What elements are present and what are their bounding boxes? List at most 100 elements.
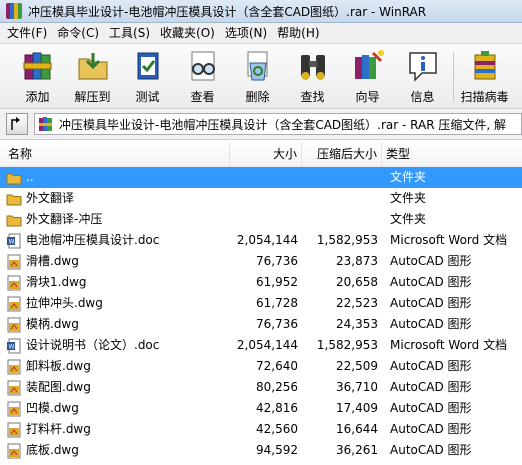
up-folder-button[interactable] — [6, 113, 28, 135]
toolbar-separator — [453, 52, 454, 102]
file-row[interactable]: .. 文件夹 — [0, 167, 522, 188]
file-name-cell: 外文翻译-冲压 — [0, 209, 230, 230]
file-row[interactable]: 滑块1.dwg 61,952 20,658 AutoCAD 图形 — [0, 272, 522, 293]
autocad-file-icon — [6, 422, 22, 438]
add-button-label: 添加 — [25, 90, 50, 104]
title-bar[interactable]: 冲压模具毕业设计-电池帽冲压模具设计（含全套CAD图纸）.rar - WinRA… — [0, 0, 522, 23]
test-button[interactable]: 测试 — [120, 44, 175, 108]
find-button-label: 查找 — [300, 90, 325, 104]
file-size: 76,736 — [256, 254, 298, 268]
wizard-button[interactable]: 向导 — [340, 44, 395, 108]
view-button-label: 查看 — [190, 90, 215, 104]
toolbar: 添加 解压到 测试 查看 删除 查找 向导 信息 扫描病毒 — [0, 43, 522, 109]
file-size: 2,054,144 — [236, 338, 298, 352]
extract-to-button[interactable]: 解压到 — [65, 44, 120, 108]
file-type: AutoCAD 图形 — [390, 296, 472, 310]
file-name: 外文翻译-冲压 — [26, 212, 103, 226]
wizard-wand-icon — [350, 48, 386, 84]
file-type: 文件夹 — [390, 170, 427, 184]
file-name: 模柄.dwg — [26, 317, 79, 331]
file-row[interactable]: 装配图.dwg 80,256 36,710 AutoCAD 图形 — [0, 377, 522, 398]
find-button[interactable]: 查找 — [285, 44, 340, 108]
autocad-file-icon — [6, 275, 22, 291]
archive-path-field[interactable]: 冲压模具毕业设计-电池帽冲压模具设计（含全套CAD图纸）.rar - RAR 压… — [34, 113, 522, 135]
window-title: 冲压模具毕业设计-电池帽冲压模具设计（含全套CAD图纸）.rar - WinRA… — [28, 4, 427, 19]
view-glasses-icon — [185, 48, 221, 84]
menu-favorites[interactable]: 收藏夹(O) — [155, 23, 220, 43]
autocad-file-icon — [6, 359, 22, 375]
file-name: .. — [26, 170, 34, 184]
file-row[interactable]: W 电池帽冲压模具设计.doc 2,054,144 1,582,953 Microsof… — [0, 230, 522, 251]
file-name: 滑块1.dwg — [26, 275, 87, 289]
add-books-icon — [20, 48, 56, 84]
file-name-cell: 滑槽.dwg — [0, 251, 230, 272]
menu-commands[interactable]: 命令(C) — [52, 23, 104, 43]
menu-file[interactable]: 文件(F) — [2, 23, 52, 43]
archive-path-text: 冲压模具毕业设计-电池帽冲压模具设计（含全套CAD图纸）.rar - RAR 压… — [59, 117, 506, 132]
delete-button[interactable]: 删除 — [230, 44, 285, 108]
menu-tools[interactable]: 工具(S) — [104, 23, 155, 43]
folder-icon — [6, 170, 22, 186]
file-type: AutoCAD 图形 — [390, 359, 472, 373]
file-size: 80,256 — [256, 380, 298, 394]
up-arrow-icon — [11, 117, 20, 130]
file-row[interactable]: 拉伸冲头.dwg 61,728 22,523 AutoCAD 图形 — [0, 293, 522, 314]
svg-text:W: W — [9, 343, 15, 350]
file-row[interactable]: 底板.dwg 94,592 36,261 AutoCAD 图形 — [0, 440, 522, 461]
file-packed-size: 36,710 — [336, 380, 378, 394]
file-packed-size: 17,409 — [336, 401, 378, 415]
column-type[interactable]: 类型 — [382, 142, 522, 167]
file-size — [230, 167, 302, 188]
file-packed-size — [302, 167, 382, 188]
file-row[interactable]: 滑槽.dwg 76,736 23,873 AutoCAD 图形 — [0, 251, 522, 272]
file-size: 61,728 — [256, 296, 298, 310]
file-packed-size: 22,509 — [336, 359, 378, 373]
file-row[interactable]: 外文翻译 文件夹 — [0, 188, 522, 209]
autocad-file-icon — [6, 380, 22, 396]
file-name: 拉伸冲头.dwg — [26, 296, 103, 310]
virus-scan-button[interactable]: 扫描病毒 — [457, 44, 512, 108]
info-button[interactable]: 信息 — [395, 44, 450, 108]
file-row[interactable]: W 设计说明书（论文）.doc 2,054,144 1,582,953 Microsof… — [0, 335, 522, 356]
menu-bar: 文件(F) 命令(C) 工具(S) 收藏夹(O) 选项(N) 帮助(H) — [0, 23, 522, 43]
add-button[interactable]: 添加 — [10, 44, 65, 108]
file-name-cell: 凹模.dwg — [0, 398, 230, 419]
autocad-file-icon — [6, 401, 22, 417]
file-size: 61,952 — [256, 275, 298, 289]
column-packed[interactable]: 压缩后大小 — [302, 141, 382, 167]
file-size: 2,054,144 — [236, 233, 298, 247]
file-packed-size: 36,261 — [336, 443, 378, 457]
file-name-cell: 打料杆.dwg — [0, 419, 230, 440]
menu-options[interactable]: 选项(N) — [220, 23, 272, 43]
column-name[interactable]: 名称 — [0, 141, 230, 167]
file-type: Microsoft Word 文档 — [390, 233, 508, 247]
winrar-app-icon — [6, 3, 22, 19]
file-row[interactable]: 模柄.dwg 76,736 24,353 AutoCAD 图形 — [0, 314, 522, 335]
menu-help[interactable]: 帮助(H) — [272, 23, 324, 43]
file-row[interactable]: 卸料板.dwg 72,640 22,509 AutoCAD 图形 — [0, 356, 522, 377]
file-name: 电池帽冲压模具设计.doc — [26, 233, 160, 247]
file-packed-size: 16,644 — [336, 422, 378, 436]
file-name-cell: 拉伸冲头.dwg — [0, 293, 230, 314]
info-icon — [405, 48, 441, 84]
file-name: 设计说明书（论文）.doc — [26, 338, 160, 352]
test-button-label: 测试 — [135, 90, 160, 104]
file-rows: .. 文件夹 外文翻译 文件夹 外文翻译-冲压 文件夹 W 电池帽冲压模具设计.doc 2,05… — [0, 167, 522, 461]
file-type: AutoCAD 图形 — [390, 443, 472, 457]
address-bar: 冲压模具毕业设计-电池帽冲压模具设计（含全套CAD图纸）.rar - RAR 压… — [0, 109, 522, 140]
file-size: 72,640 — [256, 359, 298, 373]
autocad-file-icon — [6, 254, 22, 270]
column-size[interactable]: 大小 — [230, 141, 302, 167]
folder-icon — [6, 212, 22, 228]
file-name: 凹模.dwg — [26, 401, 79, 415]
file-type: AutoCAD 图形 — [390, 317, 472, 331]
file-type: AutoCAD 图形 — [390, 380, 472, 394]
file-type: AutoCAD 图形 — [390, 422, 472, 436]
view-button[interactable]: 查看 — [175, 44, 230, 108]
file-packed-size: 24,353 — [336, 317, 378, 331]
file-name-cell: W 电池帽冲压模具设计.doc — [0, 230, 230, 251]
file-row[interactable]: 外文翻译-冲压 文件夹 — [0, 209, 522, 230]
file-packed-size: 22,523 — [336, 296, 378, 310]
file-row[interactable]: 打料杆.dwg 42,560 16,644 AutoCAD 图形 — [0, 419, 522, 440]
file-row[interactable]: 凹模.dwg 42,816 17,409 AutoCAD 图形 — [0, 398, 522, 419]
